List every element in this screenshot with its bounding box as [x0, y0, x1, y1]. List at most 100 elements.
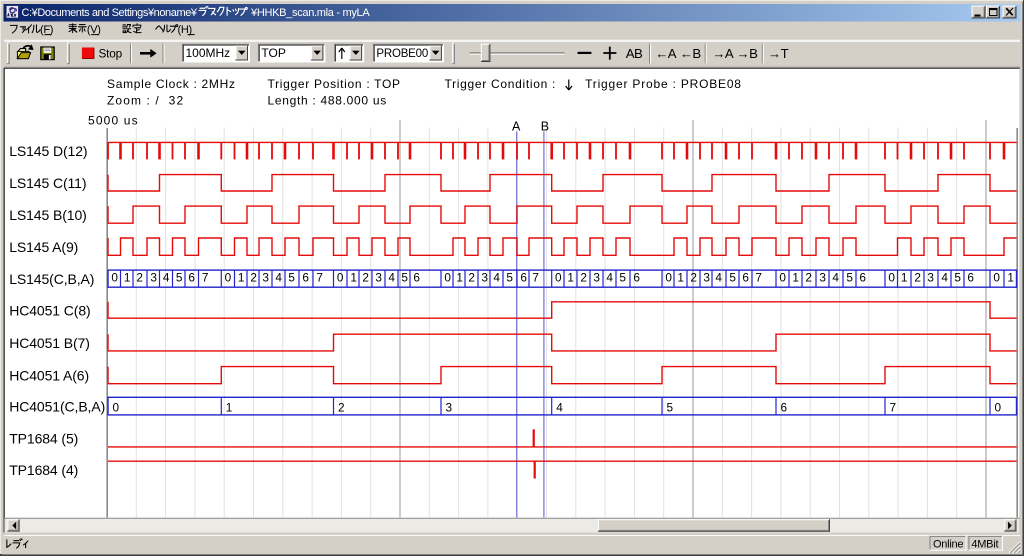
svg-text:5: 5 [176, 270, 183, 284]
svg-text:1: 1 [792, 270, 799, 284]
svg-text:Online: Online [933, 538, 963, 550]
svg-text:7: 7 [532, 270, 539, 284]
svg-text:Length : 488.000 us: Length : 488.000 us [268, 93, 387, 107]
svg-text:3: 3 [703, 270, 710, 284]
svg-text:2: 2 [250, 270, 257, 284]
svg-text:1: 1 [124, 270, 131, 284]
svg-text:Zoom : / 32: Zoom : / 32 [107, 93, 184, 107]
svg-text:5: 5 [954, 270, 961, 284]
svg-text:0: 0 [444, 270, 451, 284]
svg-text:6: 6 [742, 270, 749, 284]
svg-text:TP1684 (4): TP1684 (4) [9, 462, 78, 478]
svg-text:HC4051 B(7): HC4051 B(7) [9, 335, 90, 351]
svg-text:1: 1 [677, 270, 684, 284]
svg-text:0: 0 [337, 270, 344, 284]
svg-text:A: A [512, 119, 521, 133]
svg-text:HC4051 A(6): HC4051 A(6) [9, 367, 89, 383]
svg-text:¥HHKB_scan.mla - myLA: ¥HHKB_scan.mla - myLA [250, 7, 370, 19]
svg-text:LS145 C(11): LS145 C(11) [9, 175, 86, 191]
svg-text:2: 2 [690, 270, 697, 284]
svg-text:2: 2 [914, 270, 921, 284]
svg-text:Sample Clock : 2MHz: Sample Clock : 2MHz [107, 77, 236, 91]
svg-text:0: 0 [993, 270, 1000, 284]
svg-text:4MBit: 4MBit [971, 538, 998, 550]
svg-text:TOP: TOP [261, 46, 285, 60]
svg-text:1: 1 [567, 270, 574, 284]
svg-text:B: B [541, 119, 549, 133]
svg-text:5: 5 [288, 270, 295, 284]
svg-text:3: 3 [481, 270, 488, 284]
svg-text:4: 4 [832, 270, 839, 284]
svg-text:2: 2 [136, 270, 143, 284]
svg-text:LS145 B(10): LS145 B(10) [9, 207, 87, 223]
svg-text:0: 0 [995, 400, 1002, 414]
svg-text:TP1684 (5): TP1684 (5) [9, 430, 78, 446]
svg-text:0: 0 [665, 270, 672, 284]
svg-text:C:¥Documents and Settings¥nona: C:¥Documents and Settings¥noname¥ [22, 7, 198, 19]
svg-text:Trigger Probe : PROBE08: Trigger Probe : PROBE08 [585, 77, 742, 91]
svg-text:100MHz: 100MHz [186, 46, 231, 60]
svg-text:5000 us: 5000 us [88, 114, 139, 128]
svg-text:4: 4 [941, 270, 948, 284]
svg-text:2: 2 [338, 400, 345, 414]
svg-text:→A: →A [712, 46, 734, 61]
svg-text:6: 6 [413, 270, 420, 284]
svg-text:←B: ←B [680, 46, 702, 61]
svg-text:3: 3 [262, 270, 269, 284]
svg-text:0: 0 [113, 400, 120, 414]
svg-text:Trigger Condition :: Trigger Condition : [445, 77, 557, 91]
svg-text:Trigger Position : TOP: Trigger Position : TOP [268, 77, 401, 91]
svg-text:3: 3 [819, 270, 826, 284]
svg-text:4: 4 [606, 270, 613, 284]
svg-text:6: 6 [302, 270, 309, 284]
svg-text:5: 5 [506, 270, 513, 284]
svg-text:LS145(C,B,A): LS145(C,B,A) [9, 271, 94, 287]
svg-text:6: 6 [188, 270, 195, 284]
svg-text:3: 3 [150, 270, 157, 284]
svg-text:3: 3 [375, 270, 382, 284]
svg-text:6: 6 [633, 270, 640, 284]
svg-text:Stop: Stop [99, 47, 123, 61]
svg-text:0: 0 [779, 270, 786, 284]
svg-text:LS145 D(12): LS145 D(12) [9, 143, 87, 159]
svg-text:→T: →T [768, 46, 789, 61]
svg-text:4: 4 [493, 270, 500, 284]
svg-text:0: 0 [225, 270, 232, 284]
svg-text:5: 5 [667, 400, 674, 414]
svg-text:HC4051(C,B,A): HC4051(C,B,A) [9, 398, 105, 414]
svg-text:2: 2 [805, 270, 812, 284]
svg-text:1: 1 [456, 270, 463, 284]
svg-text:2: 2 [468, 270, 475, 284]
svg-text:1: 1 [901, 270, 908, 284]
svg-text:7: 7 [755, 270, 762, 284]
svg-text:1: 1 [226, 400, 233, 414]
svg-text:2: 2 [362, 270, 369, 284]
svg-text:←A: ←A [655, 46, 677, 61]
svg-text:1: 1 [238, 270, 245, 284]
svg-text:4: 4 [163, 270, 170, 284]
svg-text:4: 4 [388, 270, 395, 284]
svg-text:→B: →B [736, 46, 758, 61]
svg-text:5: 5 [401, 270, 408, 284]
svg-text:7: 7 [202, 270, 209, 284]
svg-text:5: 5 [846, 270, 853, 284]
svg-text:HC4051 C(8): HC4051 C(8) [9, 302, 90, 318]
svg-text:7: 7 [316, 270, 323, 284]
svg-text:4: 4 [556, 400, 563, 414]
svg-text:AB: AB [626, 46, 643, 61]
svg-text:1: 1 [350, 270, 357, 284]
svg-text:6: 6 [781, 400, 788, 414]
svg-text:3: 3 [593, 270, 600, 284]
svg-text:1: 1 [1007, 270, 1014, 284]
svg-text:5: 5 [619, 270, 626, 284]
svg-text:6: 6 [859, 270, 866, 284]
svg-text:0: 0 [555, 270, 562, 284]
svg-text:3: 3 [446, 400, 453, 414]
svg-text:6: 6 [967, 270, 974, 284]
svg-text:3: 3 [927, 270, 934, 284]
svg-text:4: 4 [715, 270, 722, 284]
svg-text:PROBE00: PROBE00 [376, 48, 428, 60]
svg-text:4: 4 [275, 270, 282, 284]
svg-text:2: 2 [580, 270, 587, 284]
svg-text:LS145 A(9): LS145 A(9) [9, 239, 78, 255]
